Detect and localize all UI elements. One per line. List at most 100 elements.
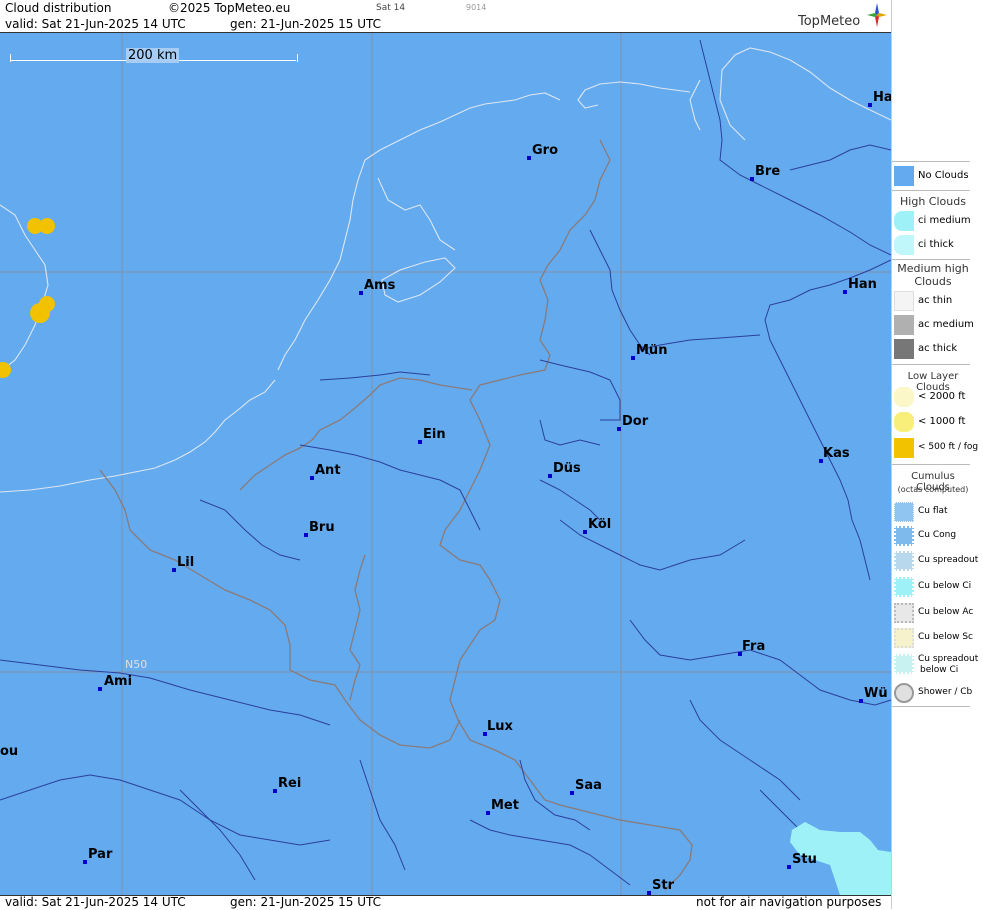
city-label: Bre: [755, 164, 781, 179]
city-marker: [83, 860, 87, 864]
legend-label: ci medium: [918, 215, 971, 226]
legend-low-500: < 500 ft / fog: [894, 437, 982, 459]
low-2000-swatch: [894, 387, 914, 407]
no-clouds-swatch: [894, 166, 914, 186]
legend-label: ac medium: [918, 319, 974, 330]
valid-time: valid: Sat 21-Jun-2025 14 UTC: [5, 17, 186, 31]
city-label: Saa: [575, 778, 602, 793]
city-marker: [859, 699, 863, 703]
legend-cumulus-subheading: (octas computed): [897, 485, 969, 494]
map-title: Cloud distribution: [5, 1, 112, 15]
cu-spread-swatch: [894, 551, 914, 571]
legend-no-clouds: No Clouds: [894, 165, 982, 187]
city-label: Han: [848, 277, 877, 292]
ci-thick-swatch: [894, 235, 914, 255]
city-marker: [418, 440, 422, 444]
legend-medium-heading: Medium high Clouds: [897, 262, 969, 288]
city-marker: [583, 530, 587, 534]
city-label: Gro: [532, 143, 559, 158]
city-marker: [617, 427, 621, 431]
legend-label: ac thick: [918, 343, 958, 354]
city-label: Lil: [177, 555, 195, 570]
ci-medium-swatch: [894, 211, 914, 231]
legend-cu-spread-below-ci: Cu spreadout below Ci: [894, 653, 982, 679]
sat-label: Sat 14: [376, 3, 406, 13]
city-marker: [359, 291, 363, 295]
legend-cu-below-ci: Cu below Ci: [894, 576, 982, 598]
city-label: Ami: [104, 674, 133, 689]
city-marker: [310, 476, 314, 480]
legend-label: Cu below Ci: [918, 581, 972, 591]
legend-label: Shower / Cb: [918, 687, 973, 697]
legend-label: Cu flat: [918, 506, 948, 516]
air-navigation-note: not for air navigation purposes: [696, 895, 882, 909]
legend-ci-thick: ci thick: [894, 234, 982, 256]
legend-label: Cu Cong: [918, 530, 957, 540]
legend-cu-cong: Cu Cong: [894, 525, 982, 547]
city-label: Ams: [364, 278, 396, 293]
legend-label: below Ci: [920, 665, 959, 675]
legend-panel: No Clouds High Clouds ci medium ci thick…: [891, 0, 983, 909]
cloud-map[interactable]: 200 km N50 Ha Gro Bre Ams Han Mün Dor Ei…: [0, 33, 891, 895]
cu-spread-below-ci-swatch: [894, 654, 914, 674]
legend-label: ac thin: [918, 295, 953, 306]
city-marker: [631, 356, 635, 360]
low-500-swatch: [894, 438, 914, 458]
legend-ci-medium: ci medium: [894, 210, 982, 232]
legend-cu-flat: Cu flat: [894, 501, 982, 523]
city-label: Par: [88, 847, 113, 862]
city-label: Düs: [553, 461, 581, 476]
city-label: Lux: [487, 719, 513, 734]
cu-flat-swatch: [894, 502, 914, 522]
legend-ac-thin: ac thin: [894, 290, 982, 312]
city-label: ou: [0, 744, 19, 759]
low-1000-swatch: [894, 412, 914, 432]
city-marker: [570, 791, 574, 795]
legend-ac-thick: ac thick: [894, 338, 982, 360]
legend-label: Cu spreadout: [918, 654, 979, 664]
topmeteo-logo: TopMeteo: [798, 14, 861, 29]
city-label: Bru: [309, 520, 335, 535]
city-label: Met: [491, 798, 519, 813]
legend-label: < 1000 ft: [918, 416, 966, 427]
map-geography: [0, 33, 891, 895]
city-marker: [548, 474, 552, 478]
city-label: Rei: [278, 776, 302, 791]
city-label: Mün: [636, 343, 668, 358]
city-marker: [868, 103, 872, 107]
legend-cu-below-ac: Cu below Ac: [894, 602, 982, 624]
copyright: ©2025 TopMeteo.eu: [168, 1, 291, 15]
legend-low-1000: < 1000 ft: [894, 411, 982, 433]
city-label: Str: [652, 878, 674, 893]
legend-cu-spread: Cu spreadout: [894, 550, 982, 572]
compass-icon: [867, 3, 887, 27]
city-label: Stu: [792, 852, 817, 867]
cu-below-ci-swatch: [894, 577, 914, 597]
legend-cu-below-sc: Cu below Sc: [894, 627, 982, 649]
legend-label: < 2000 ft: [918, 391, 966, 402]
city-label: Ein: [423, 427, 446, 442]
legend-ac-medium: ac medium: [894, 314, 982, 336]
city-label: Kas: [823, 446, 850, 461]
city-marker: [787, 865, 791, 869]
cu-cong-swatch: [894, 526, 914, 546]
footer-generated-time: gen: 21-Jun-2025 15 UTC: [230, 895, 382, 909]
legend-high-heading: High Clouds: [900, 195, 966, 208]
scale-bar: 200 km: [10, 48, 298, 64]
city-label: Fra: [742, 639, 766, 654]
legend-label: ci thick: [918, 239, 954, 250]
city-marker: [750, 177, 754, 181]
city-label: Ha: [873, 90, 891, 105]
shower-swatch: [894, 683, 914, 703]
latitude-label: N50: [125, 658, 148, 671]
ac-thin-swatch: [894, 291, 914, 311]
cu-below-ac-swatch: [894, 603, 914, 623]
product-code: 9014: [466, 3, 487, 12]
generated-time: gen: 21-Jun-2025 15 UTC: [230, 17, 382, 31]
header-bar: Cloud distribution ©2025 TopMeteo.eu Sat…: [0, 0, 891, 33]
scale-label: 200 km: [126, 48, 180, 63]
city-label: Ant: [315, 463, 341, 478]
cu-below-sc-swatch: [894, 628, 914, 648]
city-marker: [486, 811, 490, 815]
city-marker: [843, 290, 847, 294]
